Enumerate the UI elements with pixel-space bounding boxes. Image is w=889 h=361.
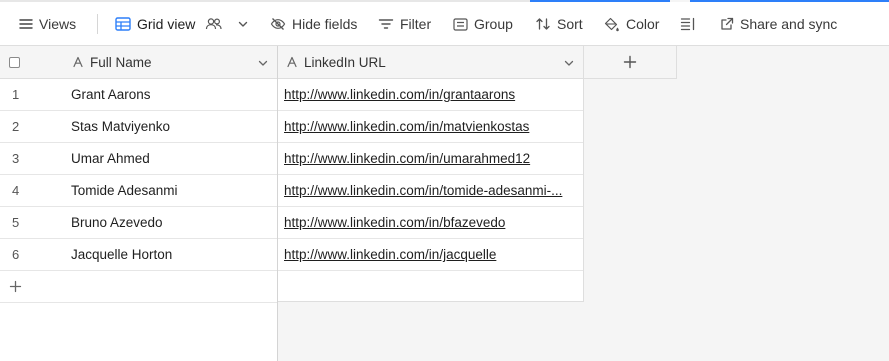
row-number: 4 <box>12 183 20 198</box>
row-height-icon <box>680 17 695 31</box>
linkedin-url-link[interactable]: http://www.linkedin.com/in/jacquelle <box>284 247 574 262</box>
sort-button[interactable]: Sort <box>535 2 583 46</box>
linkedin-url-link[interactable]: http://www.linkedin.com/in/tomide-adesan… <box>284 183 574 198</box>
filter-button[interactable]: Filter <box>378 2 431 46</box>
grid-view-icon <box>115 17 131 31</box>
table-row[interactable]: http://www.linkedin.com/in/jacquelle <box>278 239 583 271</box>
plus-icon[interactable] <box>9 280 22 293</box>
full-name-cell[interactable]: Grant Aarons <box>71 87 151 102</box>
grid-left-pane: Full Name 1 Grant Aarons 2 Stas Matviyen… <box>0 46 278 361</box>
add-row[interactable] <box>0 271 277 303</box>
views-button[interactable]: Views <box>19 2 76 46</box>
hide-fields-label: Hide fields <box>292 16 358 32</box>
sort-icon <box>536 18 550 30</box>
select-all-checkbox[interactable] <box>9 57 20 68</box>
full-name-cell[interactable]: Jacquelle Horton <box>71 247 172 262</box>
collaborators-icon <box>206 18 222 30</box>
linkedin-url-link[interactable]: http://www.linkedin.com/in/grantaarons <box>284 87 574 102</box>
table-row[interactable]: http://www.linkedin.com/in/tomide-adesan… <box>278 175 583 207</box>
share-sync-button[interactable]: Share and sync <box>720 2 837 46</box>
share-sync-label: Share and sync <box>740 16 838 32</box>
column-header-linkedin-url[interactable]: LinkedIn URL <box>278 46 583 79</box>
views-label: Views <box>39 16 77 32</box>
grid: Full Name 1 Grant Aarons 2 Stas Matviyen… <box>0 46 889 361</box>
column-header-label: Full Name <box>90 54 152 70</box>
eye-slash-icon <box>270 18 286 30</box>
grid-right-pane: LinkedIn URL http://www.linkedin.com/in/… <box>278 46 584 302</box>
linkedin-url-link[interactable]: http://www.linkedin.com/in/umarahmed12 <box>284 151 574 166</box>
row-number: 2 <box>12 119 20 134</box>
linkedin-url-link[interactable]: http://www.linkedin.com/in/matvienkostas <box>284 119 574 134</box>
full-name-cell[interactable]: Bruno Azevedo <box>71 215 163 230</box>
text-field-icon <box>287 56 297 68</box>
column-header-label: LinkedIn URL <box>304 54 386 70</box>
table-row[interactable]: 5 Bruno Azevedo <box>0 207 277 239</box>
chevron-down-icon[interactable] <box>563 57 575 69</box>
view-name: Grid view <box>137 16 196 32</box>
column-header-full-name[interactable]: Full Name <box>0 46 277 79</box>
row-number: 6 <box>12 247 20 262</box>
chevron-down-icon[interactable] <box>257 57 269 69</box>
table-row[interactable]: 6 Jacquelle Horton <box>0 239 277 271</box>
paint-bucket-icon <box>604 17 619 31</box>
color-label: Color <box>626 16 660 32</box>
view-toolbar: Views Grid view Hide fields Filter Group… <box>0 2 889 46</box>
external-link-icon <box>721 17 734 30</box>
table-row[interactable]: 2 Stas Matviyenko <box>0 111 277 143</box>
group-button[interactable]: Group <box>453 2 513 46</box>
hide-fields-button[interactable]: Hide fields <box>270 2 357 46</box>
row-number: 5 <box>12 215 20 230</box>
group-label: Group <box>474 16 513 32</box>
add-row-cell[interactable] <box>278 271 583 303</box>
plus-icon <box>623 55 637 69</box>
linkedin-url-link[interactable]: http://www.linkedin.com/in/bfazevedo <box>284 215 574 230</box>
group-icon <box>453 17 468 31</box>
chevron-down-icon <box>239 21 248 27</box>
filter-icon <box>378 19 394 29</box>
row-number: 1 <box>12 87 20 102</box>
add-field-button[interactable] <box>584 46 677 79</box>
menu-icon <box>19 19 33 29</box>
table-row[interactable]: http://www.linkedin.com/in/matvienkostas <box>278 111 583 143</box>
table-row[interactable]: http://www.linkedin.com/in/grantaarons <box>278 79 583 111</box>
full-name-cell[interactable]: Umar Ahmed <box>71 151 150 166</box>
row-number: 3 <box>12 151 20 166</box>
filter-label: Filter <box>400 16 432 32</box>
text-field-icon <box>73 56 83 68</box>
full-name-cell[interactable]: Tomide Adesanmi <box>71 183 178 198</box>
view-switcher[interactable]: Grid view <box>115 2 249 46</box>
table-row[interactable]: http://www.linkedin.com/in/bfazevedo <box>278 207 583 239</box>
row-height-button[interactable] <box>680 2 696 46</box>
full-name-cell[interactable]: Stas Matviyenko <box>71 119 170 134</box>
table-row[interactable]: 1 Grant Aarons <box>0 79 277 111</box>
toolbar-divider <box>97 14 98 34</box>
table-row[interactable]: 4 Tomide Adesanmi <box>0 175 277 207</box>
sort-label: Sort <box>557 16 583 32</box>
table-row[interactable]: http://www.linkedin.com/in/umarahmed12 <box>278 143 583 175</box>
color-button[interactable]: Color <box>604 2 659 46</box>
table-row[interactable]: 3 Umar Ahmed <box>0 143 277 175</box>
